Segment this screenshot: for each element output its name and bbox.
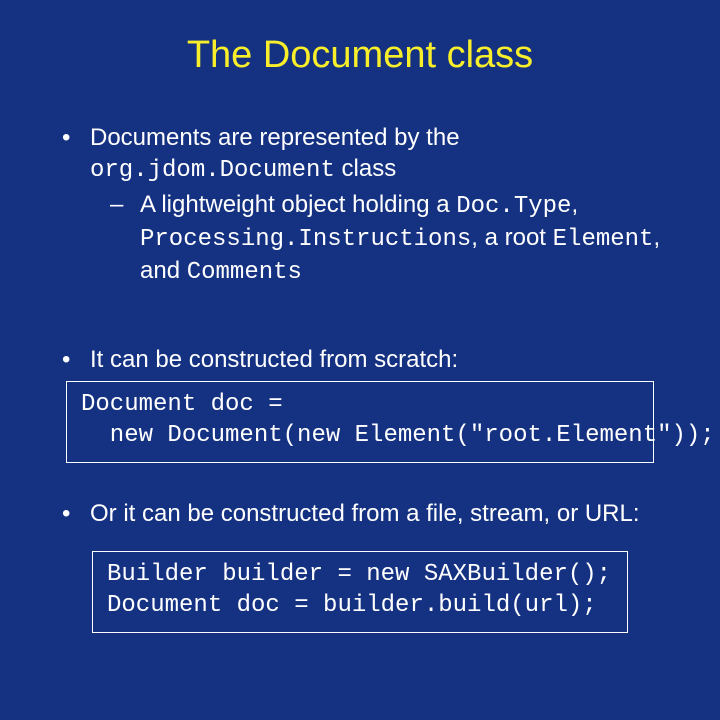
text-run: Documents are represented by the bbox=[90, 124, 460, 151]
text-run: class bbox=[335, 155, 396, 182]
bullet-text: Or it can be constructed from a file, st… bbox=[90, 499, 678, 530]
text-run: , a root bbox=[471, 224, 552, 251]
bullet-text: It can be constructed from scratch: bbox=[90, 345, 678, 376]
bullet-level2: – A lightweight object holding a Doc.Typ… bbox=[110, 190, 678, 288]
code-run: Element bbox=[553, 226, 654, 253]
bullet-dot-icon: • bbox=[62, 123, 90, 186]
bullet-dot-icon: • bbox=[62, 345, 90, 376]
code-run: org.jdom.Document bbox=[90, 157, 335, 184]
code-block: Builder builder = new SAXBuilder(); Docu… bbox=[92, 551, 628, 632]
code-block: Document doc = new Document(new Element(… bbox=[66, 381, 654, 462]
text-run: A lightweight object holding a bbox=[140, 191, 456, 218]
bullet-level1: • Or it can be constructed from a file, … bbox=[62, 499, 678, 530]
spacer bbox=[42, 293, 678, 345]
spacer bbox=[42, 463, 678, 499]
bullet-level1: • Documents are represented by the org.j… bbox=[62, 123, 678, 186]
slide-body: • Documents are represented by the org.j… bbox=[42, 123, 678, 633]
bullet-level1: • It can be constructed from scratch: bbox=[62, 345, 678, 376]
bullet-text: Documents are represented by the org.jdo… bbox=[90, 123, 678, 186]
slide: The Document class • Documents are repre… bbox=[0, 0, 720, 720]
bullet-text: A lightweight object holding a Doc.Type,… bbox=[140, 190, 678, 288]
code-run: Processing.Instructions bbox=[140, 226, 471, 253]
spacer bbox=[42, 533, 678, 545]
code-run: Doc.Type bbox=[456, 193, 571, 220]
text-run: , bbox=[571, 191, 578, 218]
code-run: Comments bbox=[187, 259, 302, 286]
bullet-dash-icon: – bbox=[110, 190, 140, 288]
slide-title: The Document class bbox=[42, 34, 678, 77]
bullet-dot-icon: • bbox=[62, 499, 90, 530]
